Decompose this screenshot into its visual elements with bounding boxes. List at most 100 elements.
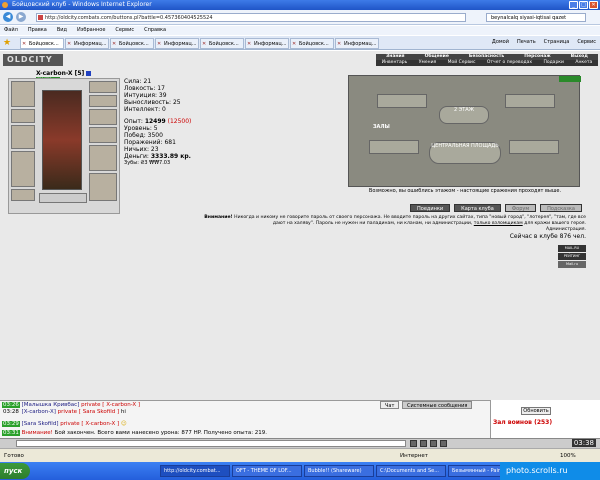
chat-input-bar: 03:38 bbox=[0, 438, 600, 448]
menu-inventory[interactable]: Инвентарь bbox=[382, 60, 408, 66]
tab-8[interactable]: Информац... bbox=[335, 38, 379, 49]
tab-6[interactable]: Информац... bbox=[245, 38, 289, 49]
club-map-button[interactable]: Карта клуба bbox=[454, 204, 501, 212]
start-button[interactable]: пуск bbox=[0, 463, 30, 479]
tab-1[interactable]: Бойцовск... bbox=[20, 38, 64, 49]
close-button[interactable]: ✕ bbox=[589, 1, 598, 9]
watermark: photo.scrolls.ru bbox=[500, 462, 600, 480]
menu-bar: Файл Правка Вид Избранное Сервис Справка bbox=[0, 26, 600, 35]
character-name: X-carbon-X [5] bbox=[36, 70, 92, 77]
info-icon[interactable] bbox=[86, 71, 92, 76]
menu-file[interactable]: Файл bbox=[4, 26, 18, 35]
club-map[interactable]: 2 ЭТАЖ ЗАЛЫ ЦЕНТРАЛЬНАЯ ПЛОЩАДЬ bbox=[348, 75, 581, 187]
tools-button[interactable]: Сервис bbox=[577, 39, 596, 45]
zoom-level[interactable]: 100% bbox=[560, 449, 576, 463]
minimize-button[interactable]: _ bbox=[569, 1, 578, 9]
rating-badge[interactable]: РЕЙТИНГ bbox=[558, 253, 586, 260]
menu-favorites[interactable]: Избранное bbox=[77, 26, 105, 35]
menu-transfers[interactable]: Отчет о переводах bbox=[487, 60, 532, 66]
status-text: Готово bbox=[4, 453, 24, 459]
security-warning: Внимание! Никогда и никому не говорите п… bbox=[204, 215, 586, 232]
forum-button[interactable]: Форум bbox=[504, 204, 537, 212]
bracers-slot[interactable] bbox=[11, 109, 35, 123]
map-floor-2[interactable]: 2 ЭТАЖ bbox=[439, 106, 489, 124]
duels-button[interactable]: Поединки bbox=[410, 204, 451, 212]
tab-7[interactable]: Бойцовск... bbox=[290, 38, 334, 49]
task-oft[interactable]: OFT - THEME OF LOF... bbox=[232, 465, 302, 477]
stat-intellect: Интеллект: 0 bbox=[124, 106, 166, 113]
favorites-star-icon[interactable]: ★ bbox=[3, 38, 11, 48]
tab-3[interactable]: Бойцовск... bbox=[110, 38, 154, 49]
helmet-slot[interactable] bbox=[11, 81, 35, 107]
smiley-icon: ☺ bbox=[120, 421, 127, 427]
tab-system-messages[interactable]: Системные сообщения bbox=[402, 401, 473, 409]
task-ie[interactable]: http://oldcity.combat... bbox=[160, 465, 230, 477]
tab-4[interactable]: Информац... bbox=[155, 38, 199, 49]
shield-slot[interactable] bbox=[89, 145, 117, 171]
stat-draws: Ничьих: 23 bbox=[124, 146, 159, 153]
page-button[interactable]: Страница bbox=[544, 39, 570, 45]
online-panel: Обновить Зал воинов (253) bbox=[490, 400, 600, 438]
maximize-button[interactable]: □ bbox=[579, 1, 588, 9]
chat-line: 03:29 [Sara Skofild] private [ X-carbon-… bbox=[2, 421, 127, 427]
stats-block: Сила: 21 Ловкость: 17 Интуиция: 39 Вынос… bbox=[124, 78, 191, 167]
map-room-2[interactable] bbox=[505, 94, 555, 108]
menu-skills[interactable]: Умения bbox=[419, 60, 436, 66]
back-icon[interactable]: ◀ bbox=[3, 12, 13, 22]
url-input[interactable]: http://oldcity.combats.com/buttons.pl?ba… bbox=[36, 13, 466, 22]
menu-profile[interactable]: Анкета bbox=[575, 60, 592, 66]
tab-2[interactable]: Информац... bbox=[65, 38, 109, 49]
stat-agility: Ловкость: 17 bbox=[124, 85, 165, 92]
hall-title[interactable]: Зал воинов (253) bbox=[493, 419, 552, 426]
chat-clear-icon[interactable] bbox=[430, 440, 437, 447]
menu-help[interactable]: Справка bbox=[144, 26, 166, 35]
print-button[interactable]: Печать bbox=[517, 39, 536, 45]
game-logo: OLDCITY bbox=[3, 54, 63, 66]
map-indicator bbox=[559, 76, 581, 82]
task-explorer[interactable]: C:\Documents and Se... bbox=[376, 465, 446, 477]
weapon-slot[interactable] bbox=[11, 125, 35, 149]
map-room-1[interactable] bbox=[377, 94, 427, 108]
warning-link[interactable]: только взломщикам bbox=[474, 221, 523, 226]
tab-chat[interactable]: Чат bbox=[380, 401, 400, 409]
map-room-3[interactable] bbox=[369, 140, 419, 154]
gloves-slot[interactable] bbox=[89, 127, 117, 143]
task-bubble[interactable]: Bubble!! (Shareware) bbox=[304, 465, 374, 477]
forward-icon[interactable]: ▶ bbox=[16, 12, 26, 22]
boots-slot[interactable] bbox=[89, 173, 117, 201]
chat-line: 03:31 Внимание! Бой закончен. Всего вами… bbox=[2, 430, 268, 436]
window-titlebar: Бойцовский клуб - Windows Internet Explo… bbox=[0, 0, 600, 10]
chat-input[interactable] bbox=[16, 440, 406, 447]
stat-endurance: Выносливость: 25 bbox=[124, 99, 181, 106]
menu-gifts[interactable]: Подарки bbox=[543, 60, 564, 66]
internet-zone: Интернет bbox=[400, 453, 428, 459]
rings-slot[interactable] bbox=[89, 109, 117, 125]
chat-smiles-icon[interactable] bbox=[420, 440, 427, 447]
armor-slot[interactable] bbox=[11, 151, 35, 187]
belt-slot[interactable] bbox=[11, 189, 35, 201]
hint-button[interactable]: Подсказка bbox=[540, 204, 582, 212]
map-halls-label: ЗАЛЫ bbox=[373, 124, 390, 130]
address-bar: ◀ ▶ http://oldcity.combats.com/buttons.p… bbox=[0, 10, 600, 25]
refresh-button[interactable]: Обновить bbox=[521, 407, 551, 415]
mailru-counter-badge[interactable]: MAIL.RU bbox=[558, 245, 586, 252]
map-room-4[interactable] bbox=[509, 140, 559, 154]
stat-level: Уровень: 5 bbox=[124, 125, 158, 132]
chat-filter-icon[interactable] bbox=[440, 440, 447, 447]
menu-view[interactable]: Вид bbox=[57, 26, 67, 35]
home-button[interactable]: Домой bbox=[492, 39, 509, 45]
pocket-slots[interactable] bbox=[39, 193, 87, 203]
stat-losses: Поражений: 681 bbox=[124, 139, 176, 146]
menu-tools[interactable]: Сервис bbox=[115, 26, 134, 35]
menu-edit[interactable]: Правка bbox=[28, 26, 47, 35]
search-input[interactable]: beynalcalq siyasi-iqtisai qazet bbox=[486, 13, 586, 22]
mailru-logo-badge[interactable]: Mail.ru bbox=[558, 261, 586, 268]
map-central-square[interactable]: ЦЕНТРАЛЬНАЯ ПЛОЩАДЬ bbox=[429, 142, 501, 164]
chat-send-icon[interactable] bbox=[410, 440, 417, 447]
earrings-slot[interactable] bbox=[89, 81, 117, 93]
online-count: Сейчас в клубе 876 чел. bbox=[509, 233, 586, 240]
amulet-slot[interactable] bbox=[89, 95, 117, 107]
tab-row: ★ Бойцовск... Информац... Бойцовск... Ин… bbox=[0, 36, 600, 50]
menu-service[interactable]: Мой Сервис bbox=[448, 60, 476, 66]
tab-5[interactable]: Бойцовск... bbox=[200, 38, 244, 49]
